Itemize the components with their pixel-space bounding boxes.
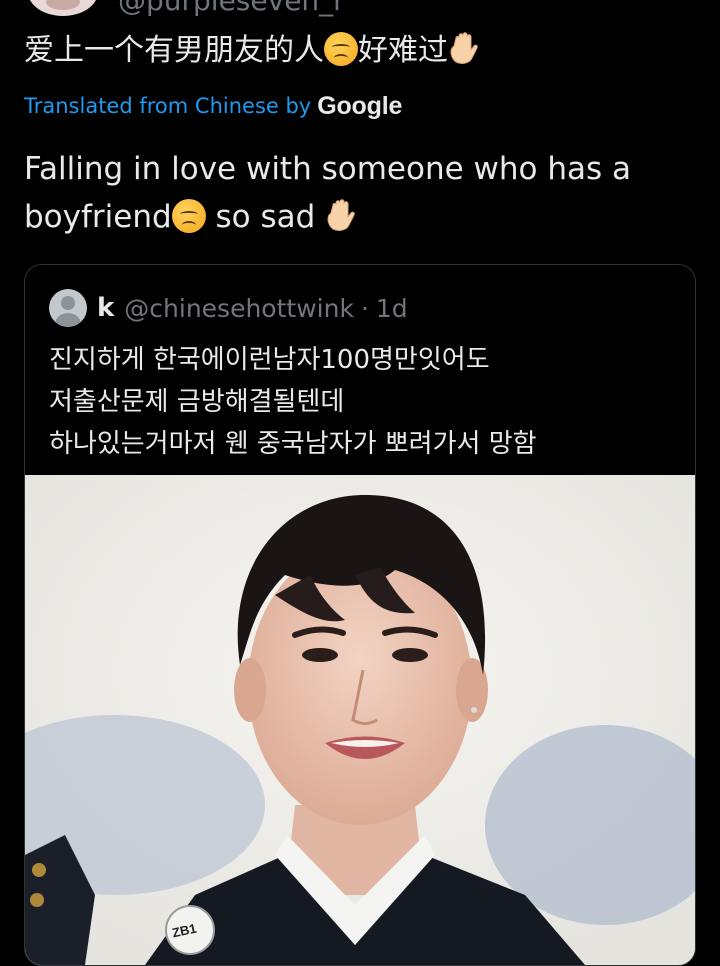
header-separator: · [360,293,369,323]
translated-line-1: Falling in love with someone who has a [24,151,631,187]
tweet-original-text: 爱上一个有男朋友的人 好难过 [24,30,478,72]
translated-line-2-start: boyfriend [24,199,172,235]
author-avatar[interactable] [28,0,98,16]
quoted-tweet-image[interactable]: ZB1 [25,475,695,965]
translated-line-2: boyfriend so sad [24,193,704,241]
tweet-text-part-1: 爱上一个有男朋友的人 [24,33,324,68]
translated-line-2-end: so sad [205,199,316,235]
disappointed-face-icon [324,32,358,66]
quoted-timestamp[interactable]: 1d [376,294,408,323]
quoted-author-handle[interactable]: @chinesehottwink [124,294,354,323]
portrait-photo [25,475,695,965]
translated-from-link[interactable]: Translated from Chinese by [24,94,311,118]
tweet-text-part-2: 好难过 [358,33,448,68]
default-avatar-icon[interactable] [49,289,87,327]
raised-hand-icon [448,32,478,66]
quoted-line-3: 하나있는거마저 웬 중국남자가 뽀려가서 망함 [49,429,537,459]
raised-hand-icon [325,199,355,233]
translation-bar[interactable]: Translated from Chinese by Google [24,90,402,122]
quoted-tweet-text: 진지하게 한국에이런남자100명만잇어도 저출산문제 금방해결될텐데 하나있는거… [49,339,679,465]
quoted-line-2: 저출산문제 금방해결될텐데 [49,387,345,417]
quoted-line-1: 진지하게 한국에이런남자100명만잇어도 [49,345,490,375]
disappointed-face-icon [171,199,206,233]
translated-text: Falling in love with someone who has a b… [24,145,704,241]
author-handle[interactable]: @purpleseven_r [118,0,345,17]
google-logo: Google [317,91,403,120]
quoted-tweet-card[interactable]: k @chinesehottwink · 1d 진지하게 한국에이런남자100명… [24,264,696,966]
quoted-author-name[interactable]: k [97,293,114,323]
quoted-tweet-header: k @chinesehottwink · 1d [49,289,408,327]
